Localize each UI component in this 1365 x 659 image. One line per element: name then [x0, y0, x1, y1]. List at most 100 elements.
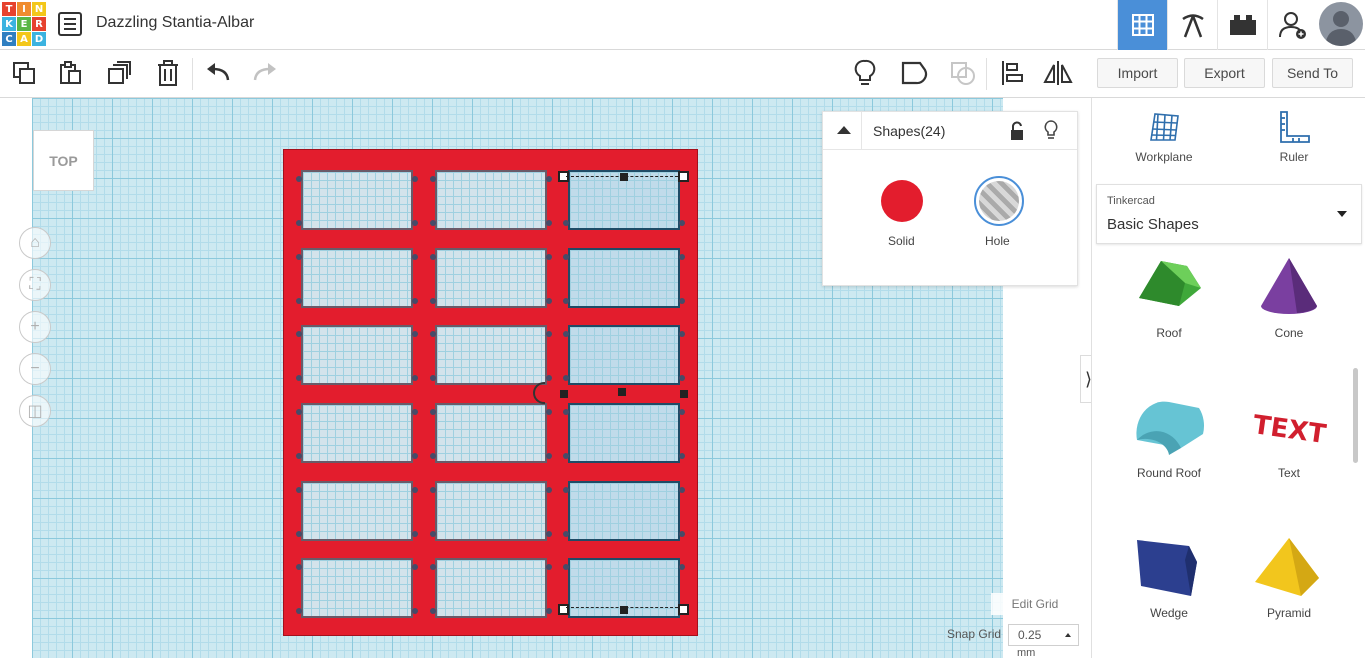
light-bulb-icon[interactable] — [1043, 120, 1059, 140]
notes-lightbulb-icon[interactable] — [850, 58, 880, 88]
shape-anchor-dot — [430, 254, 436, 260]
paste-icon[interactable] — [55, 58, 85, 88]
shape-anchor-dot — [546, 375, 552, 381]
roof-shape-icon — [1139, 261, 1201, 306]
window-pane[interactable] — [301, 170, 413, 230]
fit-view-icon[interactable]: ⛶ — [19, 269, 51, 301]
align-icon[interactable] — [997, 58, 1027, 88]
import-button[interactable]: Import — [1097, 58, 1178, 88]
window-pane[interactable] — [301, 481, 413, 541]
shape-anchor-dot — [296, 608, 302, 614]
solid-color-swatch[interactable] — [881, 180, 923, 222]
shape-anchor-dot — [296, 298, 302, 304]
window-pane[interactable] — [301, 403, 413, 463]
shape-anchor-dot — [546, 298, 552, 304]
add-user-icon[interactable] — [1267, 0, 1317, 50]
shape-item-cone[interactable]: Cone — [1234, 258, 1344, 388]
shape-anchor-dot — [430, 375, 436, 381]
project-title[interactable]: Dazzling Stantia-Albar — [96, 14, 254, 32]
shape-anchor-dot — [546, 487, 552, 493]
window-pane[interactable] — [435, 558, 547, 618]
shape-item-pyramid[interactable]: Pyramid — [1234, 538, 1344, 658]
shape-item-roof[interactable]: Roof — [1114, 258, 1224, 388]
shape-anchor-dot — [430, 298, 436, 304]
corner-handle[interactable] — [678, 171, 689, 182]
window-pane[interactable] — [435, 248, 547, 308]
codeblocks-pickaxe-icon[interactable] — [1167, 0, 1217, 50]
shape-item-wedge[interactable]: Wedge — [1114, 538, 1224, 658]
corner-handle[interactable] — [678, 604, 689, 615]
workplane-button[interactable]: Workplane — [1119, 110, 1209, 170]
lock-icon[interactable] — [1009, 121, 1025, 141]
window-pane[interactable] — [301, 248, 413, 308]
shape-anchor-dot — [679, 564, 685, 570]
window-pane[interactable] — [435, 325, 547, 385]
shape-anchor-dot — [679, 487, 685, 493]
window-pane[interactable] — [301, 558, 413, 618]
round-roof-shape-icon — [1136, 401, 1205, 455]
shape-anchor-dot — [546, 254, 552, 260]
window-pane[interactable] — [301, 325, 413, 385]
hole-swatch[interactable] — [974, 176, 1024, 226]
3d-design-view-icon[interactable] — [1117, 0, 1167, 50]
bricks-lego-icon[interactable] — [1217, 0, 1267, 50]
perspective-view-icon[interactable]: ◫ — [19, 395, 51, 427]
window-pane[interactable] — [435, 170, 547, 230]
toolbar-divider — [986, 58, 987, 90]
tinkercad-logo[interactable]: TIN KER CAD — [2, 2, 46, 46]
logo-letter: E — [17, 17, 31, 31]
zoom-in-icon[interactable]: + — [19, 311, 51, 343]
ruler-label: Ruler — [1279, 150, 1309, 164]
shape-anchor-dot — [296, 487, 302, 493]
zoom-out-icon[interactable]: − — [19, 353, 51, 385]
shapes-count-title: Shapes(24) — [873, 123, 946, 139]
design-list-icon[interactable] — [58, 12, 82, 36]
ruler-button[interactable]: Ruler — [1249, 110, 1339, 170]
library-scrollbar[interactable] — [1353, 368, 1358, 463]
snap-grid-select[interactable]: 0.25 — [1008, 624, 1079, 646]
logo-letter: N — [32, 2, 46, 16]
duplicate-icon[interactable] — [104, 58, 134, 88]
delete-trash-icon[interactable] — [153, 58, 183, 88]
snap-grid-label: Snap Grid — [947, 627, 1002, 641]
ungroup-shape-icon[interactable] — [948, 58, 978, 88]
window-pane[interactable] — [435, 403, 547, 463]
shape-anchor-dot — [430, 176, 436, 182]
window-pane[interactable] — [435, 481, 547, 541]
shape-anchor-dot — [412, 564, 418, 570]
home-view-icon[interactable]: ⌂ — [19, 227, 51, 259]
library-provider: Tinkercad — [1107, 195, 1155, 207]
undo-icon[interactable] — [203, 58, 233, 88]
shape-anchor-dot — [412, 409, 418, 415]
edge-handle[interactable] — [680, 390, 688, 398]
shape-library-select[interactable]: Tinkercad Basic Shapes — [1096, 184, 1362, 244]
shape-anchor-dot — [296, 564, 302, 570]
export-button[interactable]: Export — [1184, 58, 1265, 88]
shape-item-text[interactable]: TEXT Text — [1234, 398, 1344, 528]
shape-label: Round Roof — [1136, 466, 1202, 480]
edit-grid-button[interactable]: Edit Grid — [991, 593, 1079, 615]
workplane-label: Workplane — [1135, 150, 1193, 164]
snap-arrow-icon — [1065, 633, 1071, 637]
logo-letter: R — [32, 17, 46, 31]
shape-anchor-dot — [296, 331, 302, 337]
send-to-button[interactable]: Send To — [1272, 58, 1353, 88]
view-cube[interactable]: TOP — [33, 130, 94, 191]
ruler-icon — [1280, 111, 1310, 143]
redo-icon[interactable] — [250, 58, 280, 88]
shape-anchor-dot — [296, 254, 302, 260]
shape-anchor-dot — [296, 453, 302, 459]
group-shape-icon[interactable] — [899, 58, 929, 88]
copy-icon[interactable] — [9, 58, 39, 88]
shape-item-round-roof[interactable]: Round Roof — [1114, 398, 1224, 528]
shape-anchor-dot — [679, 453, 685, 459]
top-bar: TIN KER CAD Dazzling Stantia-Albar — [0, 0, 1365, 50]
snap-grid-unit: mm — [1017, 647, 1036, 659]
shape-anchor-dot — [546, 608, 552, 614]
shape-anchor-dot — [412, 608, 418, 614]
collapse-arrow-icon[interactable] — [836, 125, 852, 135]
user-avatar[interactable] — [1319, 2, 1363, 46]
shape-inspector-panel: Shapes(24) Solid Hole — [822, 111, 1078, 286]
mirror-icon[interactable] — [1043, 58, 1073, 88]
logo-letter: D — [32, 32, 46, 46]
